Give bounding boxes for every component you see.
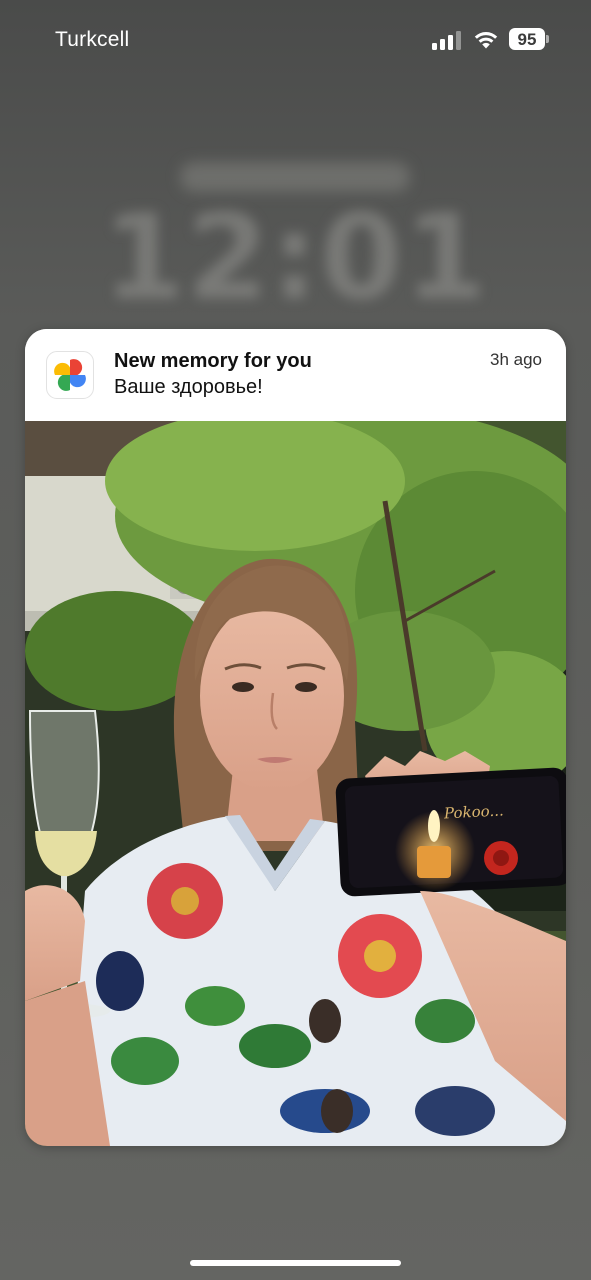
memory-photo[interactable]: Pokoo... <box>25 421 566 1146</box>
memory-notification[interactable]: New memory for you Ваше здоровье! 3h ago <box>25 329 566 1146</box>
home-indicator[interactable] <box>190 1260 401 1266</box>
phone-screen-text: Pokoo... <box>443 801 505 822</box>
memory-photo-illustration: Pokoo... <box>25 421 566 1146</box>
battery-tip <box>546 35 549 43</box>
notification-header[interactable]: New memory for you Ваше здоровье! 3h ago <box>25 329 566 421</box>
battery-level: 95 <box>517 29 537 49</box>
signal-icon <box>432 31 461 50</box>
notification-timestamp: 3h ago <box>490 350 542 369</box>
status-bar: Turkcell 95 <box>0 0 591 80</box>
notification-body: Ваше здоровье! <box>114 376 263 398</box>
notification-title: New memory for you <box>114 350 312 372</box>
lock-screen-clock: 12:01 <box>102 188 489 326</box>
carrier-name: Turkcell <box>55 28 130 51</box>
google-photos-icon <box>46 351 94 399</box>
wifi-icon <box>474 32 498 49</box>
google-photos-pinwheel <box>54 359 86 391</box>
battery-icon: 95 <box>509 28 545 50</box>
